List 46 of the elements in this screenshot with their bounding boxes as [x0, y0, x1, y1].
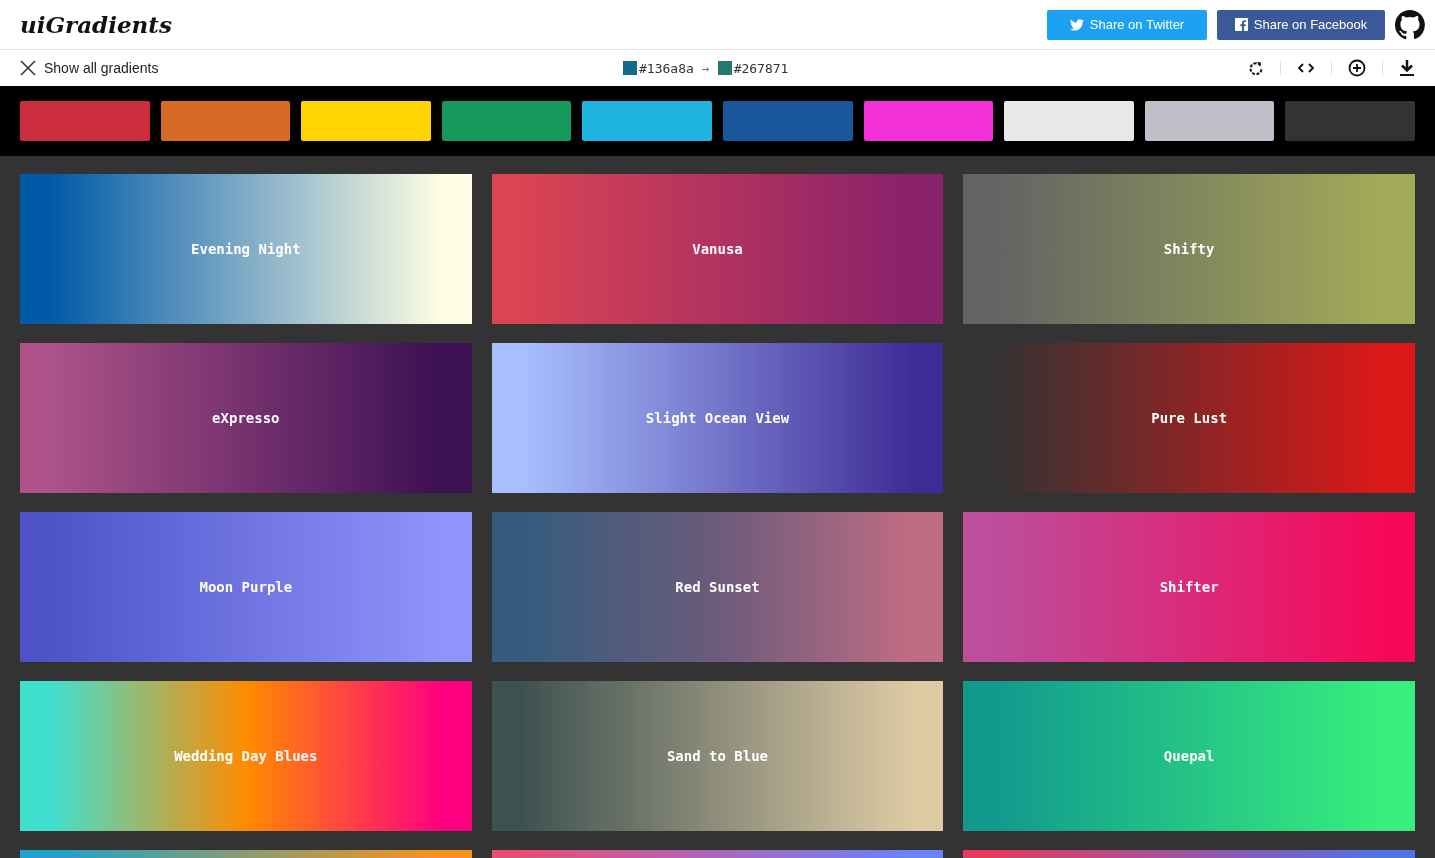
arrow-glyph: →: [701, 60, 710, 76]
color-filter-swatch[interactable]: [441, 101, 572, 141]
gradient-card[interactable]: Moon Purple: [20, 512, 472, 662]
share-button[interactable]: Share on Facebook: [1217, 9, 1385, 40]
gradient-card[interactable]: Red Sunset: [491, 512, 944, 662]
gradient-name: Moon Purple: [199, 579, 293, 595]
gradient-name: Evening Night: [191, 241, 301, 257]
share-button[interactable]: Share on Twitter: [1047, 9, 1207, 40]
gradient-name: Pure Lust: [1151, 410, 1228, 426]
gradient-name: eXpresso: [212, 410, 280, 426]
bird-icon: [1069, 18, 1084, 31]
gradient-card[interactable]: Wedding Day Blues: [20, 681, 472, 831]
gradient-name: Red Sunset: [675, 579, 760, 595]
gradient-card[interactable]: eXpresso: [20, 343, 472, 493]
color-filter-swatch[interactable]: [582, 101, 712, 141]
hex-code: #267871: [733, 60, 789, 76]
gradient-card[interactable]: Sand to Blue: [491, 681, 944, 831]
close-icon: [20, 60, 36, 76]
color-filter-swatch[interactable]: [301, 101, 431, 141]
logo[interactable]: uiGradients: [20, 11, 172, 38]
color-filter-swatch[interactable]: [1285, 101, 1415, 141]
gradient-name: Vanusa: [692, 241, 743, 257]
facebook-icon: [1234, 18, 1248, 31]
gradient-name: Sand to Blue: [666, 748, 769, 764]
color-filter-swatch[interactable]: [1004, 101, 1134, 141]
color-filter-swatch[interactable]: [20, 101, 150, 141]
gradient-card[interactable]: Shifty: [963, 174, 1415, 324]
show-all-button[interactable]: Show all gradients: [20, 60, 159, 76]
github-icon[interactable]: [1395, 9, 1425, 40]
code-icon[interactable]: [1297, 62, 1315, 74]
color-filter-swatch[interactable]: [1144, 101, 1275, 141]
add-icon[interactable]: [1348, 59, 1366, 77]
gradient-card[interactable]: Vanusa: [491, 174, 944, 324]
gradient-card[interactable]: Evening Night: [20, 174, 472, 324]
gradient-card[interactable]: Shifter: [963, 512, 1415, 662]
hex-code: #136a8a: [639, 60, 694, 76]
color-filter-swatch[interactable]: [863, 101, 994, 141]
gradient-card[interactable]: Slight Ocean View: [491, 343, 944, 493]
gradient-name: Shifter: [1159, 579, 1219, 595]
color-filter-swatch[interactable]: [160, 101, 291, 141]
color-filter-swatch[interactable]: [722, 101, 853, 141]
gradient-name: Wedding Day Blues: [174, 748, 318, 764]
gradient-name: Quepal: [1163, 748, 1215, 764]
gradient-name: Slight Ocean View: [645, 410, 790, 426]
gradient-name: Shifty: [1163, 241, 1215, 257]
download-icon[interactable]: [1399, 59, 1415, 77]
